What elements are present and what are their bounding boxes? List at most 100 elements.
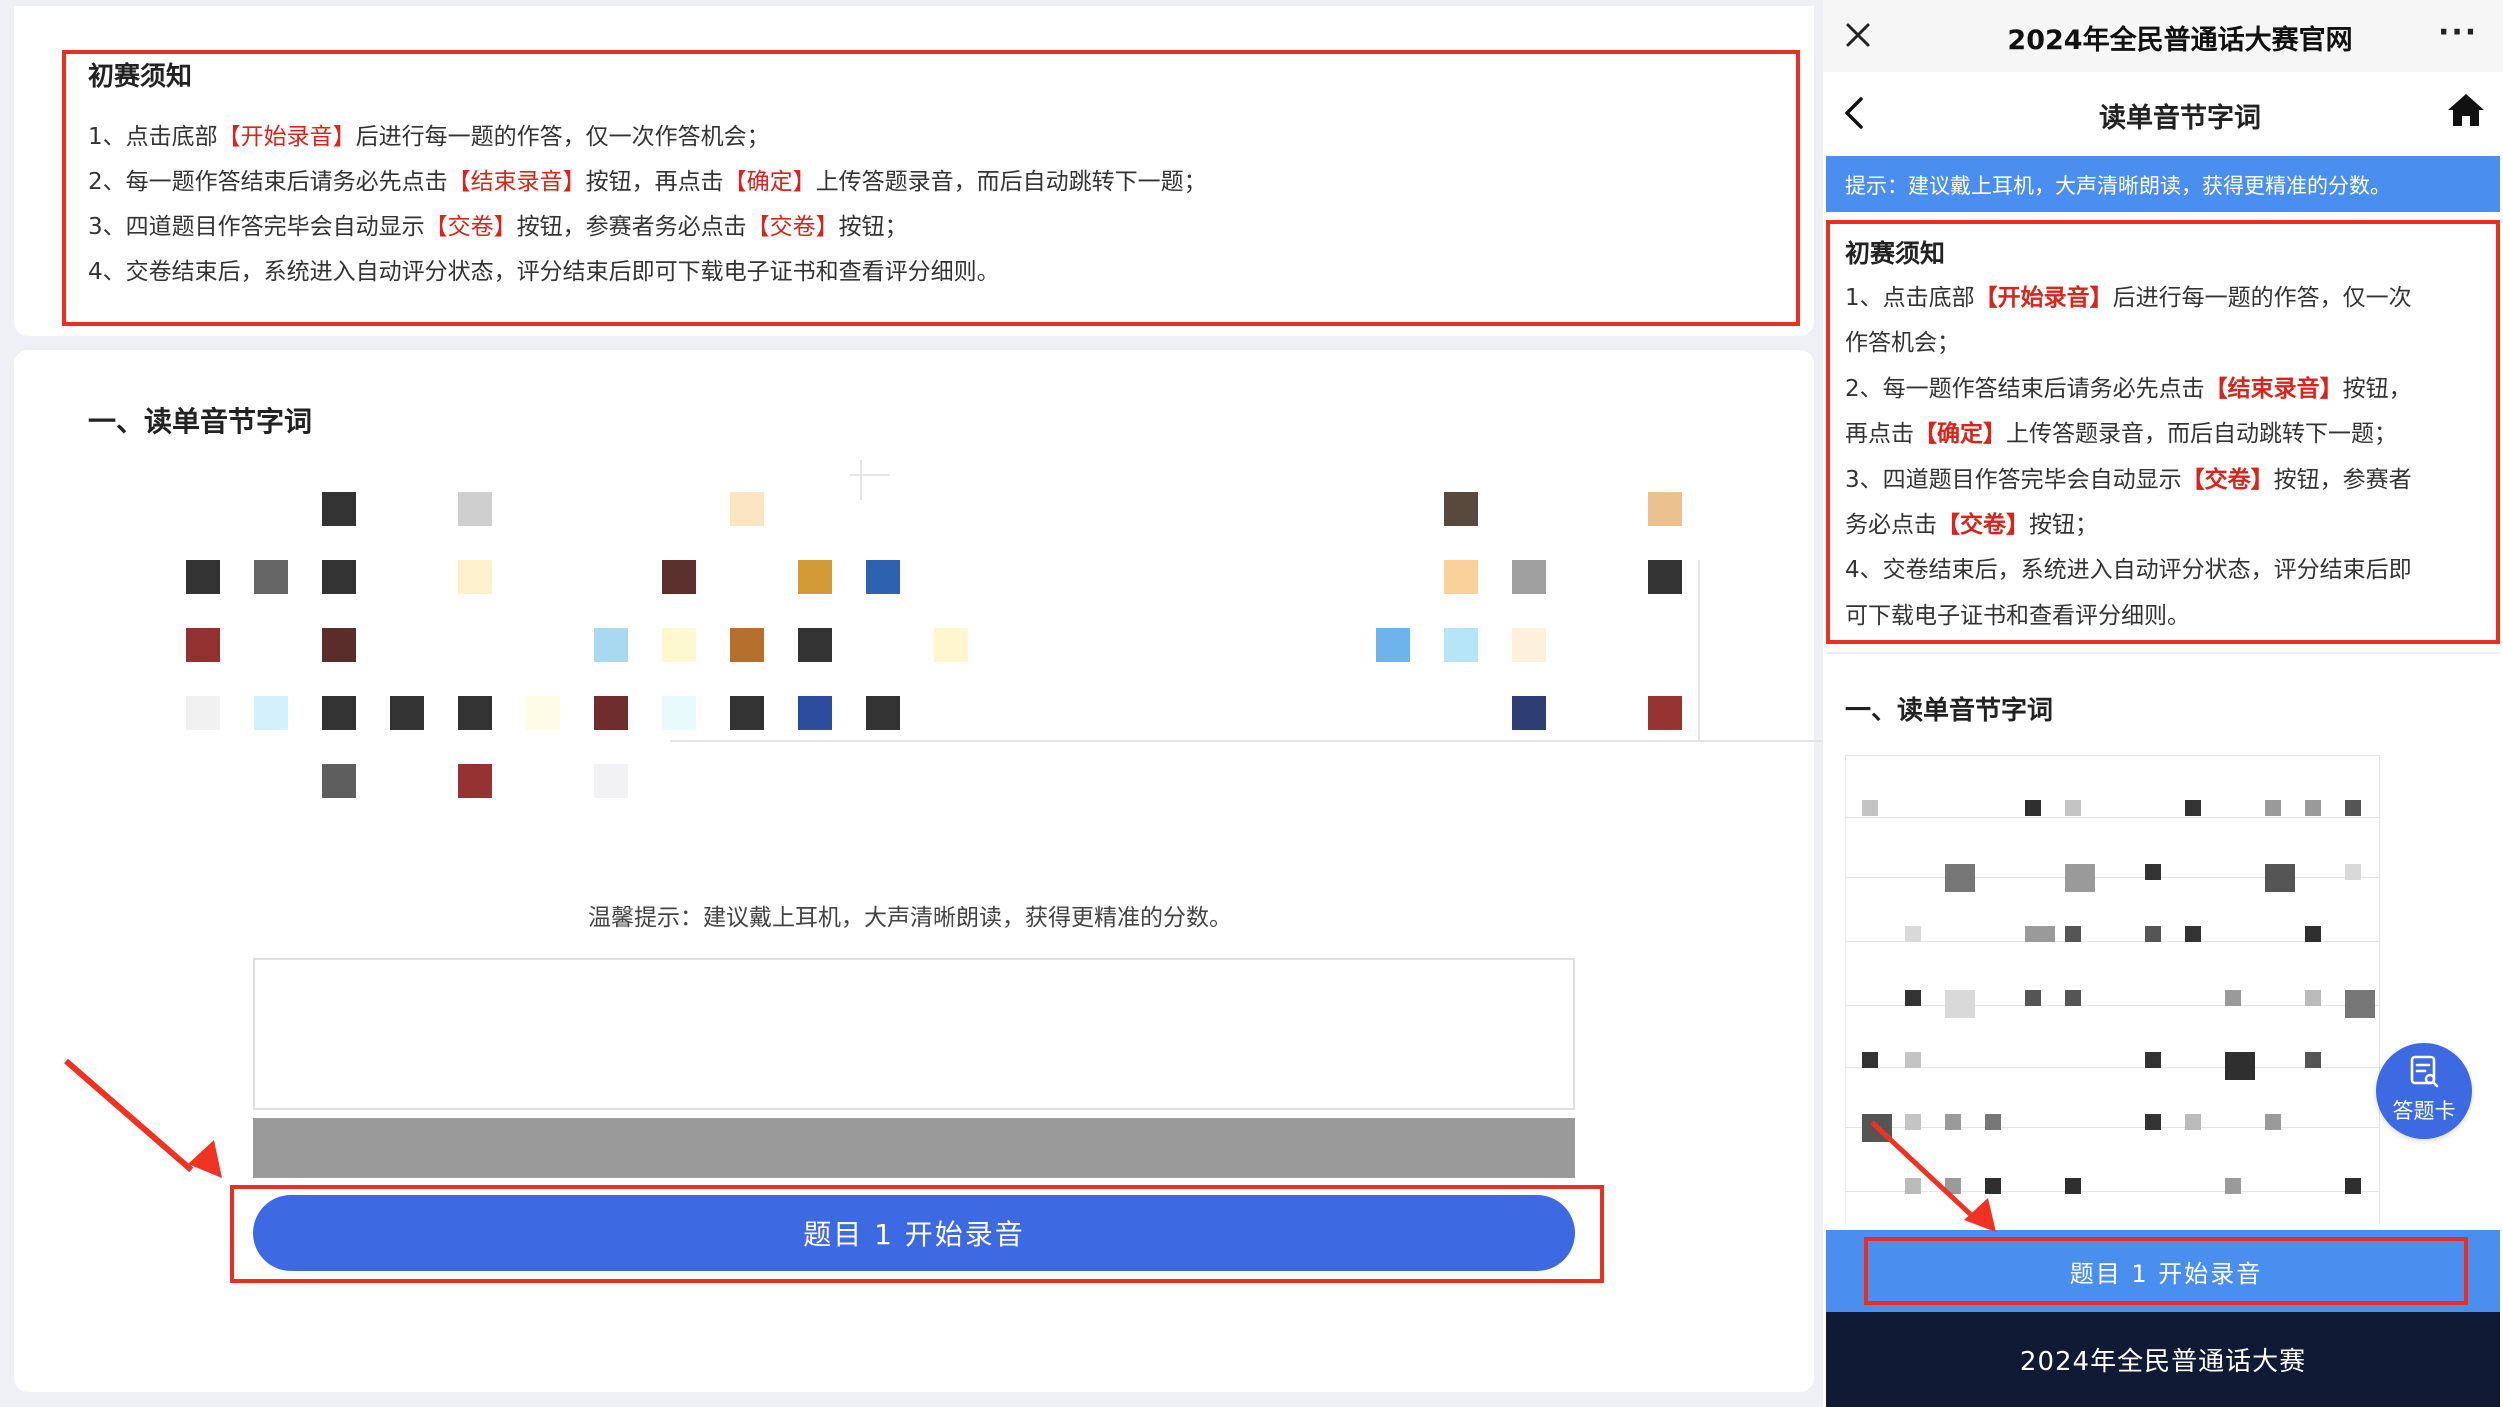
char-cell: [1512, 696, 1546, 730]
mobile-char-cell: [1945, 864, 1975, 892]
left-rules-list: 1、点击底部【开始录音】后进行每一题的作答，仅一次作答机会； 2、每一题作答结束…: [88, 115, 1207, 295]
char-cell: [458, 492, 492, 526]
mobile-char-cell: [1905, 1178, 1921, 1194]
mobile-tip-banner-text: 提示：建议戴上耳机，大声清晰朗读，获得更精准的分数。: [1845, 174, 2391, 198]
mobile-char-cell: [2265, 1114, 2281, 1130]
char-cell: [662, 628, 696, 662]
char-cell: [730, 696, 764, 730]
char-cell: [1648, 696, 1682, 730]
mobile-char-cell: [1862, 800, 1878, 816]
mobile-char-cell: [1905, 926, 1921, 942]
char-cell: [934, 628, 968, 662]
char-cell: [322, 628, 356, 662]
char-cell: [866, 560, 900, 594]
mobile-char-cell: [2305, 990, 2321, 1006]
char-cell: [186, 560, 220, 594]
mobile-char-cell: [2225, 1178, 2241, 1194]
more-icon[interactable]: ···: [2438, 15, 2478, 50]
close-icon[interactable]: [1845, 22, 1871, 48]
char-cell: [186, 696, 220, 730]
char-cell: [730, 628, 764, 662]
mobile-rule-line: 1、点击底部【开始录音】后进行每一题的作答，仅一次: [1845, 285, 2412, 311]
mobile-rule-line: 作答机会；: [1845, 330, 1960, 357]
mobile-char-cell: [2025, 800, 2041, 816]
mobile-character-grid: [1845, 755, 2380, 1225]
char-cell: [254, 560, 288, 594]
mobile-char-cell: [2065, 1178, 2081, 1194]
char-cell: [662, 560, 696, 594]
char-cell: [458, 696, 492, 730]
char-cell: [390, 696, 424, 730]
mobile-rules-title: 初赛须知: [1845, 239, 1946, 268]
mobile-char-cell: [1862, 1052, 1878, 1068]
mobile-char-cell: [2345, 864, 2361, 880]
mobile-char-cell: [2265, 800, 2281, 816]
mobile-record-button-label: 题目 1 开始录音: [2069, 1259, 2263, 1288]
mobile-char-cell: [2065, 926, 2081, 942]
mobile-char-cell: [1905, 990, 1921, 1006]
home-icon[interactable]: [2446, 92, 2486, 128]
mobile-char-cell: [1985, 1114, 2001, 1130]
mobile-char-cell: [2305, 800, 2321, 816]
mobile-window-title: 2024年全民普通话大赛官网: [2007, 25, 2353, 56]
char-cell: [322, 696, 356, 730]
annotation-arrow-head: [188, 1140, 222, 1178]
mobile-char-cell: [1945, 990, 1975, 1018]
mobile-rule-line: 3、四道题目作答完毕会自动显示【交卷】按钮，参赛者: [1845, 466, 2412, 493]
char-cell: [1648, 560, 1682, 594]
char-cell: [594, 628, 628, 662]
mobile-char-cell: [2185, 926, 2201, 942]
mobile-char-cell: [2225, 1052, 2255, 1080]
left-rule-3: 3、四道题目作答完毕会自动显示【交卷】按钮，参赛者务必点击【交卷】按钮；: [88, 214, 908, 240]
mobile-char-cell: [2345, 1178, 2361, 1194]
mobile-char-cell: [1905, 1052, 1921, 1068]
mobile-char-cell: [2265, 864, 2295, 892]
mobile-page-title: 读单音节字词: [2099, 103, 2261, 134]
mobile-rule-line: 2、每一题作答结束后请务必先点击【结束录音】按钮，: [1845, 375, 2412, 402]
mobile-rule-line: 再点击【确定】上传答题录音，而后自动跳转下一题；: [1845, 421, 2397, 448]
mobile-char-cell: [2305, 1052, 2321, 1068]
mobile-char-cell: [2145, 864, 2161, 880]
mobile-rule-line: 4、交卷结束后，系统进入自动评分状态，评分结束后即: [1845, 557, 2412, 584]
char-cell: [1512, 560, 1546, 594]
mobile-section-title: 一、读单音节字词: [1845, 696, 2054, 726]
mobile-char-cell: [2185, 1114, 2201, 1130]
char-cell: [1648, 492, 1682, 526]
mobile-divider: [1826, 652, 2500, 654]
left-rule-2: 2、每一题作答结束后请务必先点击【结束录音】按钮，再点击【确定】上传答题录音，而…: [88, 169, 1207, 195]
char-cell: [322, 764, 356, 798]
char-cell: [1444, 628, 1478, 662]
back-chevron-icon[interactable]: [1842, 96, 1866, 130]
char-cell: [730, 492, 764, 526]
mobile-char-cell: [2345, 990, 2375, 1018]
mobile-annotation-arrow-head: [1964, 1198, 1996, 1232]
char-cell: [594, 696, 628, 730]
mobile-footer: 2024年全民普通话大赛: [1826, 1312, 2500, 1407]
mobile-char-cell: [1945, 1114, 1961, 1130]
char-cell: [322, 560, 356, 594]
char-cell: [458, 560, 492, 594]
mobile-rule-line: 可下载电子证书和查看评分细则。: [1845, 602, 2190, 629]
left-record-button[interactable]: 题目 1 开始录音: [253, 1195, 1575, 1271]
mobile-char-cell: [2025, 990, 2041, 1006]
char-cell: [1444, 560, 1478, 594]
char-cell: [458, 764, 492, 798]
char-cell: [1376, 628, 1410, 662]
char-cell: [798, 696, 832, 730]
left-section-title: 一、读单音节字词: [88, 405, 313, 438]
char-cell: [1444, 492, 1478, 526]
mobile-char-cell: [2025, 926, 2055, 942]
left-rule-4: 4、交卷结束后，系统进入自动评分状态，评分结束后即可下载电子证书和查看评分细则。: [88, 259, 1000, 285]
mobile-char-cell: [2065, 800, 2081, 816]
mobile-char-cell: [2145, 926, 2161, 942]
mobile-char-cell: [2145, 1052, 2161, 1068]
answer-card-button[interactable]: 答题卡: [2376, 1043, 2472, 1139]
char-cell: [186, 628, 220, 662]
mobile-record-button[interactable]: 题目 1 开始录音: [1868, 1241, 2464, 1301]
left-tip-text: 温馨提示：建议戴上耳机，大声清晰朗读，获得更精准的分数。: [588, 905, 1232, 931]
answer-card-icon: [2410, 1055, 2439, 1088]
char-cell: [1512, 628, 1546, 662]
mobile-char-cell: [2305, 926, 2321, 942]
mobile-footer-text: 2024年全民普通话大赛: [2019, 1347, 2307, 1377]
mobile-rules-list: 1、点击底部【开始录音】后进行每一题的作答，仅一次 作答机会； 2、每一题作答结束后…: [1845, 276, 2495, 639]
